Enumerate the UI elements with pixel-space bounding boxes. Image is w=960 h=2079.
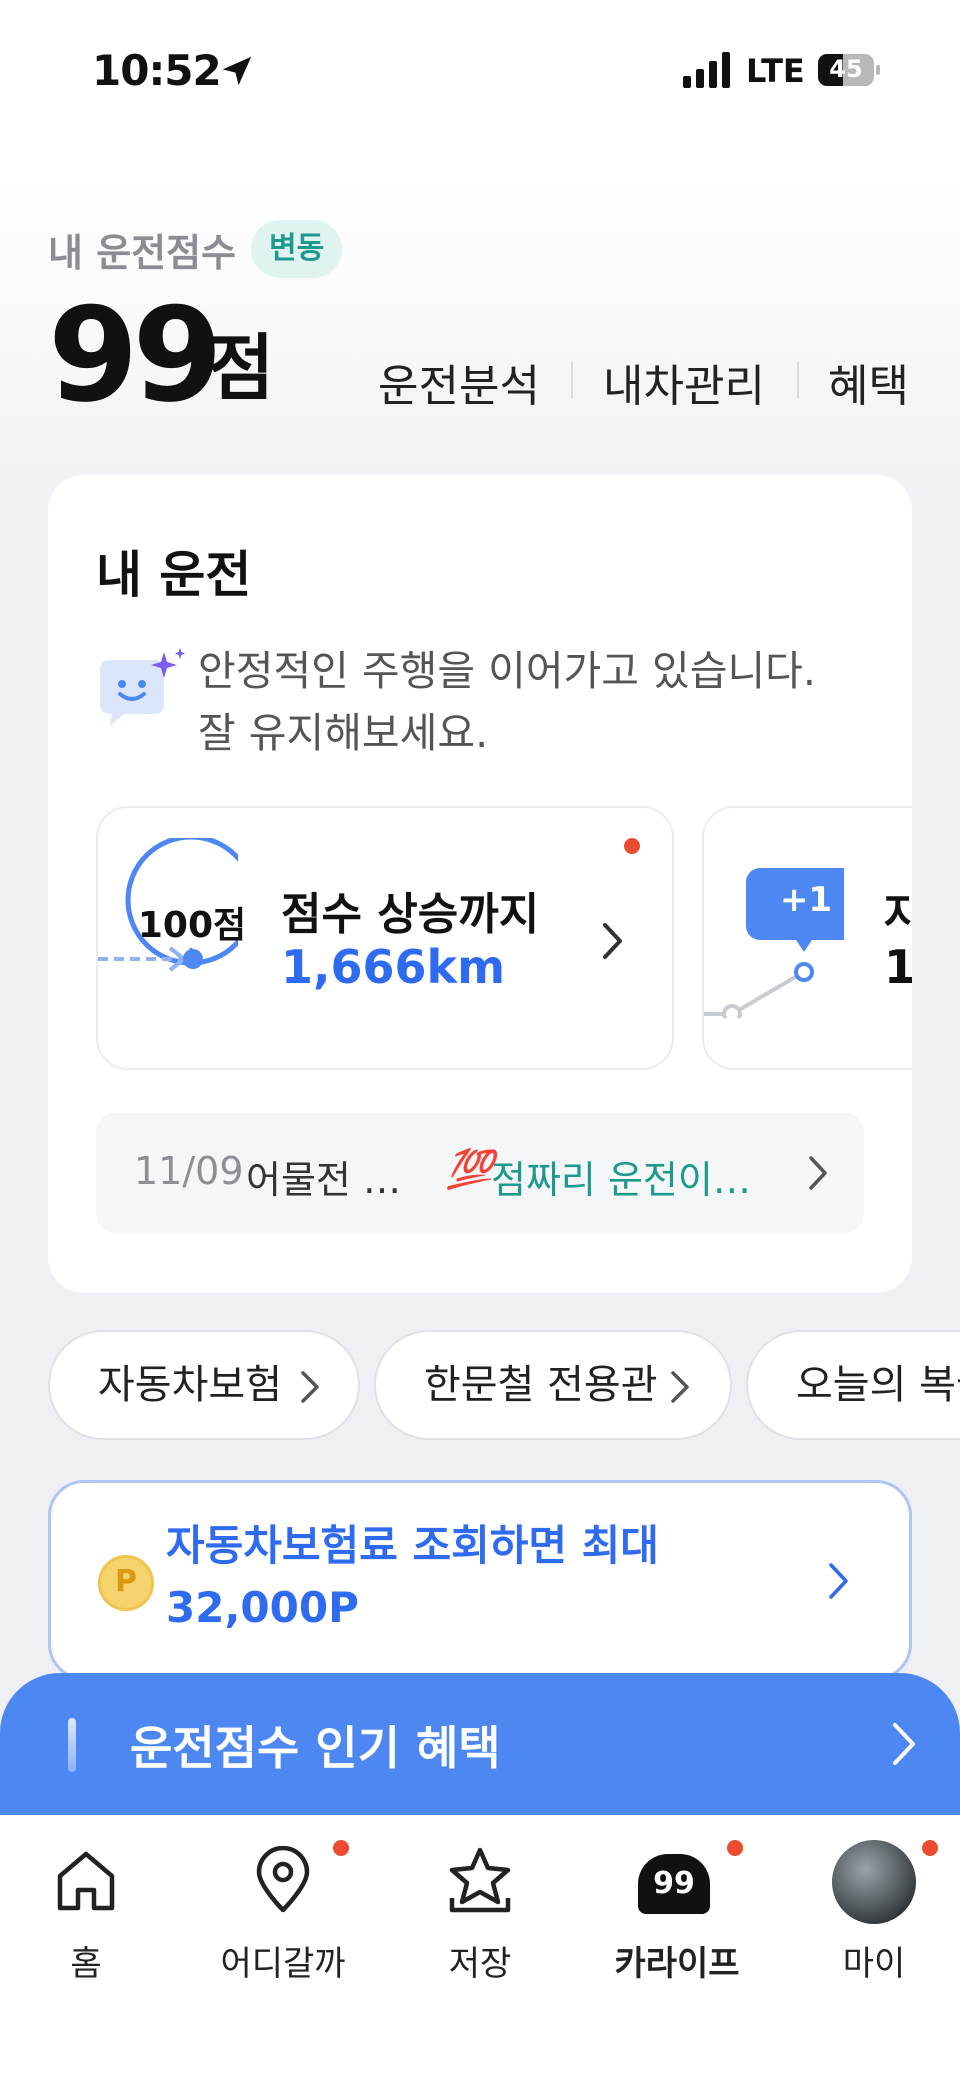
chip-label: 자동차보험 — [98, 1362, 282, 1408]
chevron-right-icon — [301, 1371, 319, 1403]
home-icon — [57, 1851, 115, 1911]
chevron-right-icon — [893, 1723, 915, 1765]
chevron-right-icon — [671, 1371, 689, 1403]
tab-label: 어디갈까 — [220, 1944, 346, 1984]
chip-han-muncheol[interactable]: 한문철 전용관 — [374, 1330, 732, 1440]
driving-message-line1: 안정적인 주행을 이어가고 있습니다. — [198, 647, 816, 695]
status-time: 10:52 — [92, 46, 222, 95]
chip-label: 오늘의 복권 — [796, 1362, 960, 1408]
nav-driving-analysis[interactable]: 운전분석 — [378, 350, 540, 414]
coin-label: P — [115, 1564, 137, 1599]
score-badge-icon: 99 — [638, 1854, 710, 1914]
driving-message-line2: 잘 유지해보세요. — [198, 709, 489, 757]
avatar — [832, 1840, 916, 1924]
score-change-card[interactable]: +1 자 1 — [702, 806, 912, 1070]
chip-lottery[interactable]: 오늘의 복권 — [746, 1330, 960, 1440]
nav-benefits[interactable]: 혜택 — [828, 350, 909, 414]
score-up-title: 점수 상승까지 — [281, 889, 540, 940]
battery-level: 45 — [829, 55, 863, 83]
score-unit: 점 — [208, 326, 275, 410]
point-coin-icon: P — [98, 1555, 154, 1611]
tab-label: 카라이프 — [614, 1944, 740, 1984]
tab-home[interactable]: 홈 — [6, 1840, 166, 1990]
chip-label: 한문철 전용관 — [424, 1362, 658, 1408]
recent-drive-log[interactable]: 11/09 어물전 … 💯 점짜리 운전이… — [96, 1113, 864, 1233]
star-icon — [449, 1847, 511, 1913]
new-dot — [922, 1840, 938, 1856]
target-score-label: 100점 — [137, 905, 247, 946]
points-banner-text: 자동차보험료 조회하면 최대 32,000P — [166, 1515, 659, 1639]
tab-label: 홈 — [70, 1944, 102, 1984]
location-arrow-icon — [222, 56, 252, 86]
chip-car-insurance[interactable]: 자동차보험 — [48, 1330, 360, 1440]
chevron-right-icon — [603, 923, 622, 959]
nav-car-management[interactable]: 내차관리 — [603, 350, 765, 414]
points-banner-line2: 32,000P — [166, 1583, 359, 1632]
score-change-value: 1 — [884, 940, 912, 994]
score-change-bubble: +1 — [779, 880, 833, 920]
tab-saved[interactable]: 저장 — [400, 1840, 560, 1990]
tab-label: 마이 — [842, 1944, 906, 1984]
new-dot — [727, 1840, 743, 1856]
driving-message: 안정적인 주행을 이어가고 있습니다. 잘 유지해보세요. — [198, 640, 898, 764]
popular-benefits-text: 운전점수 인기 혜택 — [130, 1721, 501, 1775]
location-pin-icon — [256, 1846, 310, 1913]
score-up-distance: 1,666km — [281, 940, 506, 994]
nav-divider — [797, 362, 799, 398]
score-change-title: 자 — [884, 889, 912, 940]
log-place: 어물전 … — [246, 1158, 401, 1202]
new-dot — [624, 838, 640, 854]
points-banner-line1: 자동차보험료 조회하면 최대 — [166, 1521, 659, 1570]
battery-icon: 45 — [818, 54, 880, 86]
my-driving-title: 내 운전 — [96, 546, 252, 604]
change-badge[interactable]: 변동 — [251, 220, 343, 278]
chevron-right-icon — [809, 1156, 827, 1190]
driving-cards-carousel[interactable]: 100점 점수 상승까지 1,666km +1 자 1 — [96, 800, 912, 1080]
network-type: LTE — [746, 52, 805, 90]
log-date: 11/09 — [134, 1149, 244, 1193]
tab-my[interactable]: 마이 — [794, 1840, 954, 1990]
banner-handle-icon — [68, 1718, 76, 1772]
tab-where-to-go[interactable]: 어디갈까 — [203, 1840, 363, 1990]
status-bar: 10:52 LTE 45 — [0, 0, 960, 150]
hundred-points-icon: 💯 — [446, 1147, 494, 1191]
smiling-bot-icon — [100, 648, 185, 726]
score-label: 내 운전점수 — [48, 231, 237, 275]
signal-icon — [683, 52, 730, 88]
score-up-card[interactable]: 100점 점수 상승까지 1,666km — [96, 806, 674, 1070]
nav-divider — [571, 362, 573, 398]
chevron-right-icon — [829, 1563, 848, 1599]
tab-label: 저장 — [448, 1944, 512, 1984]
tab-carlife[interactable]: 99 카라이프 — [597, 1840, 757, 1990]
log-text: 점짜리 운전이… — [491, 1158, 751, 1202]
new-dot — [333, 1840, 349, 1856]
score-value: 99 — [48, 279, 223, 431]
